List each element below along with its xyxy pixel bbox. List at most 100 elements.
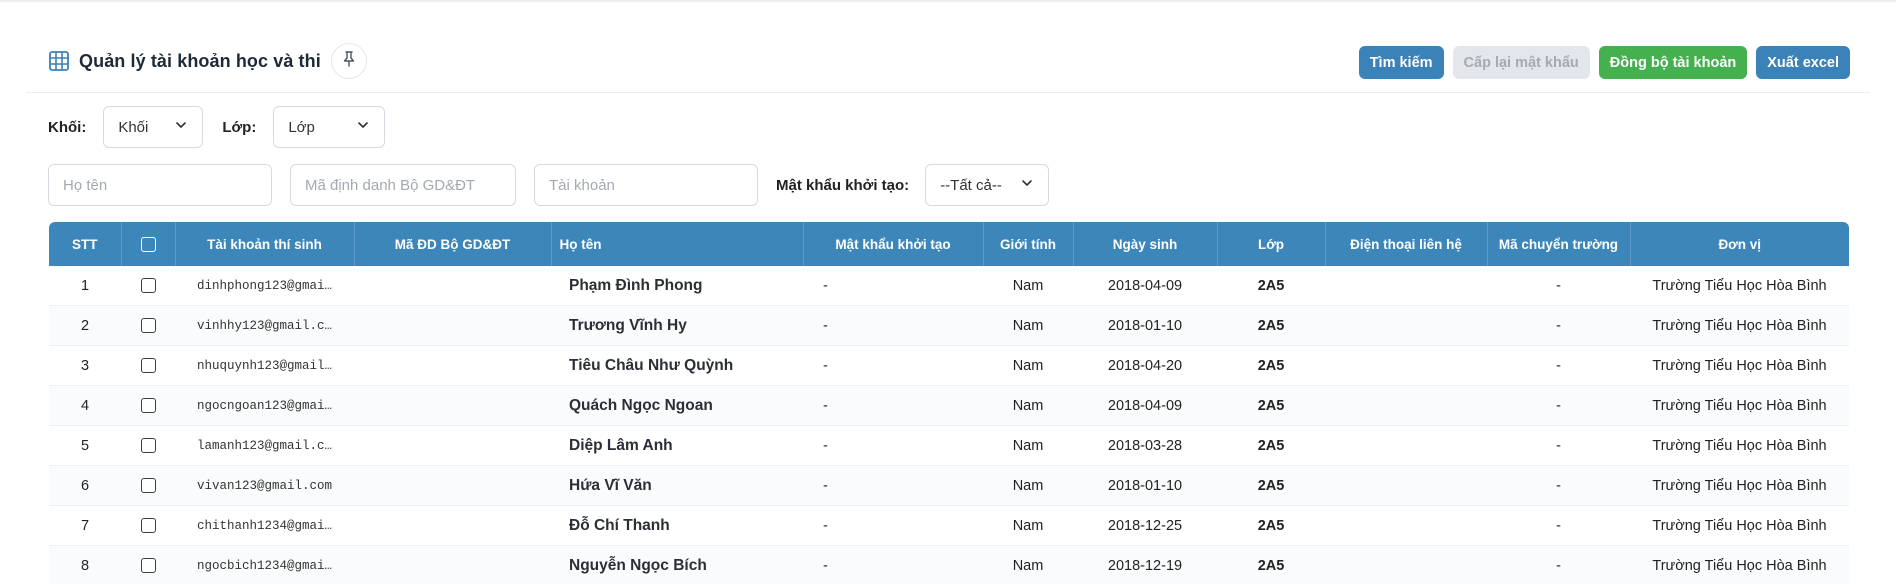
grade-label: Khối: [48, 119, 86, 136]
initial-password-select-value: --Tất cả-- [940, 177, 1002, 194]
row-account: vinhhy123@gmail.c… [175, 306, 354, 346]
col-header-select [121, 222, 175, 266]
row-class: 2A5 [1217, 466, 1325, 506]
row-class: 2A5 [1217, 346, 1325, 386]
row-name: Nguyễn Ngọc Bích [551, 546, 803, 584]
row-checkbox[interactable] [141, 438, 156, 453]
row-account: chithanh1234@gmai… [175, 506, 354, 546]
row-initial-password: - [803, 506, 983, 546]
row-moet-id [354, 386, 551, 426]
col-header-initial-password[interactable]: Mật khẩu khởi tạo [803, 222, 983, 266]
row-name: Quách Ngọc Ngoan [551, 386, 803, 426]
row-dob: 2018-12-19 [1073, 546, 1217, 584]
row-stt: 8 [49, 546, 121, 584]
row-class: 2A5 [1217, 546, 1325, 584]
col-header-name[interactable]: Họ tên [551, 222, 803, 266]
row-moet-id [354, 546, 551, 584]
table-row[interactable]: 5lamanh123@gmail.c…Diệp Lâm Anh-Nam2018-… [49, 426, 1849, 466]
row-checkbox[interactable] [141, 518, 156, 533]
row-checkbox[interactable] [141, 358, 156, 373]
pin-button[interactable] [331, 43, 367, 79]
row-account: ngocbich1234@gmai… [175, 546, 354, 584]
row-phone [1325, 546, 1487, 584]
row-transfer-code: - [1487, 426, 1630, 466]
row-checkbox[interactable] [141, 278, 156, 293]
row-phone [1325, 426, 1487, 466]
row-transfer-code: - [1487, 506, 1630, 546]
row-checkbox[interactable] [141, 398, 156, 413]
row-unit: Trường Tiểu Học Hòa Bình [1630, 346, 1849, 386]
row-checkbox-cell [121, 506, 175, 546]
row-class: 2A5 [1217, 426, 1325, 466]
row-initial-password: - [803, 346, 983, 386]
row-unit: Trường Tiểu Học Hòa Bình [1630, 266, 1849, 306]
row-stt: 1 [49, 266, 121, 306]
row-account: ngocngoan123@gmai… [175, 386, 354, 426]
row-stt: 3 [49, 346, 121, 386]
row-name: Hứa Vĩ Văn [551, 466, 803, 506]
table-row[interactable]: 8ngocbich1234@gmai…Nguyễn Ngọc Bích-Nam2… [49, 546, 1849, 584]
export-excel-button[interactable]: Xuất excel [1756, 46, 1850, 79]
row-stt: 6 [49, 466, 121, 506]
table-row[interactable]: 6vivan123@gmail.comHứa Vĩ Văn-Nam2018-01… [49, 466, 1849, 506]
row-dob: 2018-12-25 [1073, 506, 1217, 546]
row-class: 2A5 [1217, 506, 1325, 546]
select-all-checkbox[interactable] [141, 237, 156, 252]
class-select-value: Lớp [288, 119, 315, 136]
table-row[interactable]: 3nhuquynh123@gmail…Tiêu Châu Như Quỳnh-N… [49, 346, 1849, 386]
class-select[interactable]: Lớp [273, 106, 385, 148]
col-header-gender[interactable]: Giới tính [983, 222, 1073, 266]
table-row[interactable]: 7chithanh1234@gmai…Đỗ Chí Thanh-Nam2018-… [49, 506, 1849, 546]
col-header-class[interactable]: Lớp [1217, 222, 1325, 266]
row-transfer-code: - [1487, 386, 1630, 426]
row-initial-password: - [803, 306, 983, 346]
row-name: Trương Vĩnh Hy [551, 306, 803, 346]
row-name: Diệp Lâm Anh [551, 426, 803, 466]
row-checkbox-cell [121, 546, 175, 584]
col-header-unit[interactable]: Đơn vị [1630, 222, 1849, 266]
chevron-down-icon [174, 118, 188, 136]
col-header-account[interactable]: Tài khoản thí sinh [175, 222, 354, 266]
row-dob: 2018-03-28 [1073, 426, 1217, 466]
account-input[interactable] [534, 164, 758, 206]
row-stt: 4 [49, 386, 121, 426]
initial-password-select[interactable]: --Tất cả-- [925, 164, 1049, 206]
col-header-phone[interactable]: Điện thoại liên hệ [1325, 222, 1487, 266]
reset-password-button[interactable]: Cấp lại mật khẩu [1453, 46, 1590, 79]
col-header-stt[interactable]: STT [49, 222, 121, 266]
row-moet-id [354, 266, 551, 306]
row-account: dinhphong123@gmai… [175, 266, 354, 306]
row-gender: Nam [983, 266, 1073, 306]
col-header-transfer-code[interactable]: Mã chuyển trường [1487, 222, 1630, 266]
row-account: vivan123@gmail.com [175, 466, 354, 506]
table-row[interactable]: 1dinhphong123@gmai…Phạm Đình Phong-Nam20… [49, 266, 1849, 306]
row-name: Phạm Đình Phong [551, 266, 803, 306]
name-input[interactable] [48, 164, 272, 206]
search-button[interactable]: Tìm kiếm [1359, 46, 1444, 79]
table-grid-icon [48, 50, 70, 72]
row-checkbox[interactable] [141, 558, 156, 573]
row-checkbox[interactable] [141, 318, 156, 333]
row-gender: Nam [983, 546, 1073, 584]
row-unit: Trường Tiểu Học Hòa Bình [1630, 546, 1849, 584]
row-checkbox-cell [121, 426, 175, 466]
row-gender: Nam [983, 306, 1073, 346]
row-checkbox[interactable] [141, 478, 156, 493]
sync-accounts-button[interactable]: Đồng bộ tài khoản [1599, 46, 1747, 79]
row-phone [1325, 386, 1487, 426]
table-row[interactable]: 4ngocngoan123@gmai…Quách Ngọc Ngoan-Nam2… [49, 386, 1849, 426]
row-phone [1325, 306, 1487, 346]
filter-row-2: Mật khẩu khởi tạo: --Tất cả-- [48, 164, 1049, 206]
row-initial-password: - [803, 266, 983, 306]
row-name: Tiêu Châu Như Quỳnh [551, 346, 803, 386]
moet-id-input[interactable] [290, 164, 516, 206]
row-checkbox-cell [121, 386, 175, 426]
grade-select[interactable]: Khối [103, 106, 203, 148]
row-class: 2A5 [1217, 306, 1325, 346]
row-unit: Trường Tiểu Học Hòa Bình [1630, 426, 1849, 466]
col-header-moet-id[interactable]: Mã ĐD Bộ GD&ĐT [354, 222, 551, 266]
col-header-dob[interactable]: Ngày sinh [1073, 222, 1217, 266]
row-moet-id [354, 306, 551, 346]
table-row[interactable]: 2vinhhy123@gmail.c…Trương Vĩnh Hy-Nam201… [49, 306, 1849, 346]
action-toolbar: Tìm kiếm Cấp lại mật khẩu Đồng bộ tài kh… [1359, 46, 1850, 79]
